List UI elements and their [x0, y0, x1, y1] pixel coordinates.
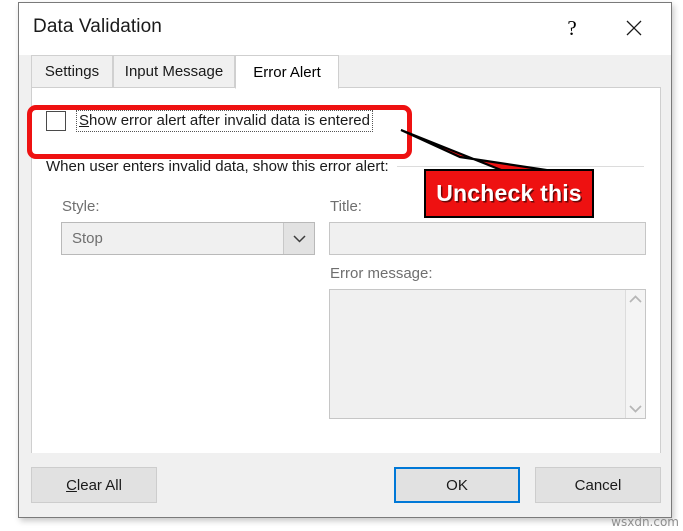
tab-settings-label: Settings: [44, 63, 100, 80]
dialog-title: Data Validation: [33, 16, 162, 37]
group-heading-label: When user enters invalid data, show this…: [46, 157, 389, 175]
chevron-down-icon: [292, 235, 306, 243]
help-icon: ?: [567, 15, 577, 40]
cancel-button-label: Cancel: [574, 476, 622, 494]
error-message-scrollbar[interactable]: [625, 290, 645, 418]
error-message-textarea-body[interactable]: [330, 290, 625, 418]
title-label: Title:: [330, 198, 362, 215]
cancel-button[interactable]: Cancel: [535, 467, 661, 503]
help-button[interactable]: ?: [549, 3, 595, 53]
clear-all-accel: C: [66, 476, 77, 494]
tab-error-alert[interactable]: Error Alert: [235, 55, 339, 89]
clear-all-label: lear All: [76, 476, 122, 494]
chevron-up-icon[interactable]: [629, 295, 642, 304]
tab-input-message[interactable]: Input Message: [113, 55, 235, 87]
tab-error-alert-label: Error Alert: [253, 63, 321, 81]
error-message-textarea[interactable]: [329, 289, 646, 419]
close-button[interactable]: [611, 3, 657, 53]
dialog-button-bar: Clear All OK Cancel: [19, 453, 671, 517]
style-combobox-value: Stop: [72, 230, 103, 247]
show-error-alert-text: how error alert after invalid data is en…: [89, 112, 370, 129]
show-error-alert-label[interactable]: Show error alert after invalid data is e…: [76, 110, 373, 132]
chevron-down-icon[interactable]: [629, 404, 642, 413]
tab-strip: Settings Input Message Error Alert: [31, 55, 661, 89]
tab-settings[interactable]: Settings: [31, 55, 113, 87]
show-error-alert-accel: S: [79, 112, 90, 129]
style-label: Style:: [62, 198, 100, 215]
style-combobox-button[interactable]: [283, 223, 314, 254]
group-separator-line: [396, 165, 644, 167]
clear-all-button[interactable]: Clear All: [31, 467, 157, 503]
callout-box-annotation: Uncheck this: [424, 169, 594, 218]
title-input[interactable]: [329, 222, 646, 255]
error-alert-tab-page: Show error alert after invalid data is e…: [31, 87, 661, 454]
style-combobox[interactable]: Stop: [61, 222, 315, 255]
close-icon: [626, 20, 642, 36]
data-validation-dialog: Data Validation ? Settings Input Message…: [18, 2, 672, 518]
ok-button-label: OK: [446, 476, 468, 494]
tab-input-message-label: Input Message: [124, 63, 224, 80]
watermark: wsxdn.com: [611, 515, 679, 529]
show-error-alert-checkbox[interactable]: [46, 111, 66, 131]
titlebar: Data Validation ?: [19, 3, 671, 55]
show-error-alert-row[interactable]: Show error alert after invalid data is e…: [46, 110, 373, 132]
ok-button[interactable]: OK: [394, 467, 520, 503]
error-message-label: Error message:: [330, 265, 433, 282]
callout-text: Uncheck this: [436, 180, 582, 206]
